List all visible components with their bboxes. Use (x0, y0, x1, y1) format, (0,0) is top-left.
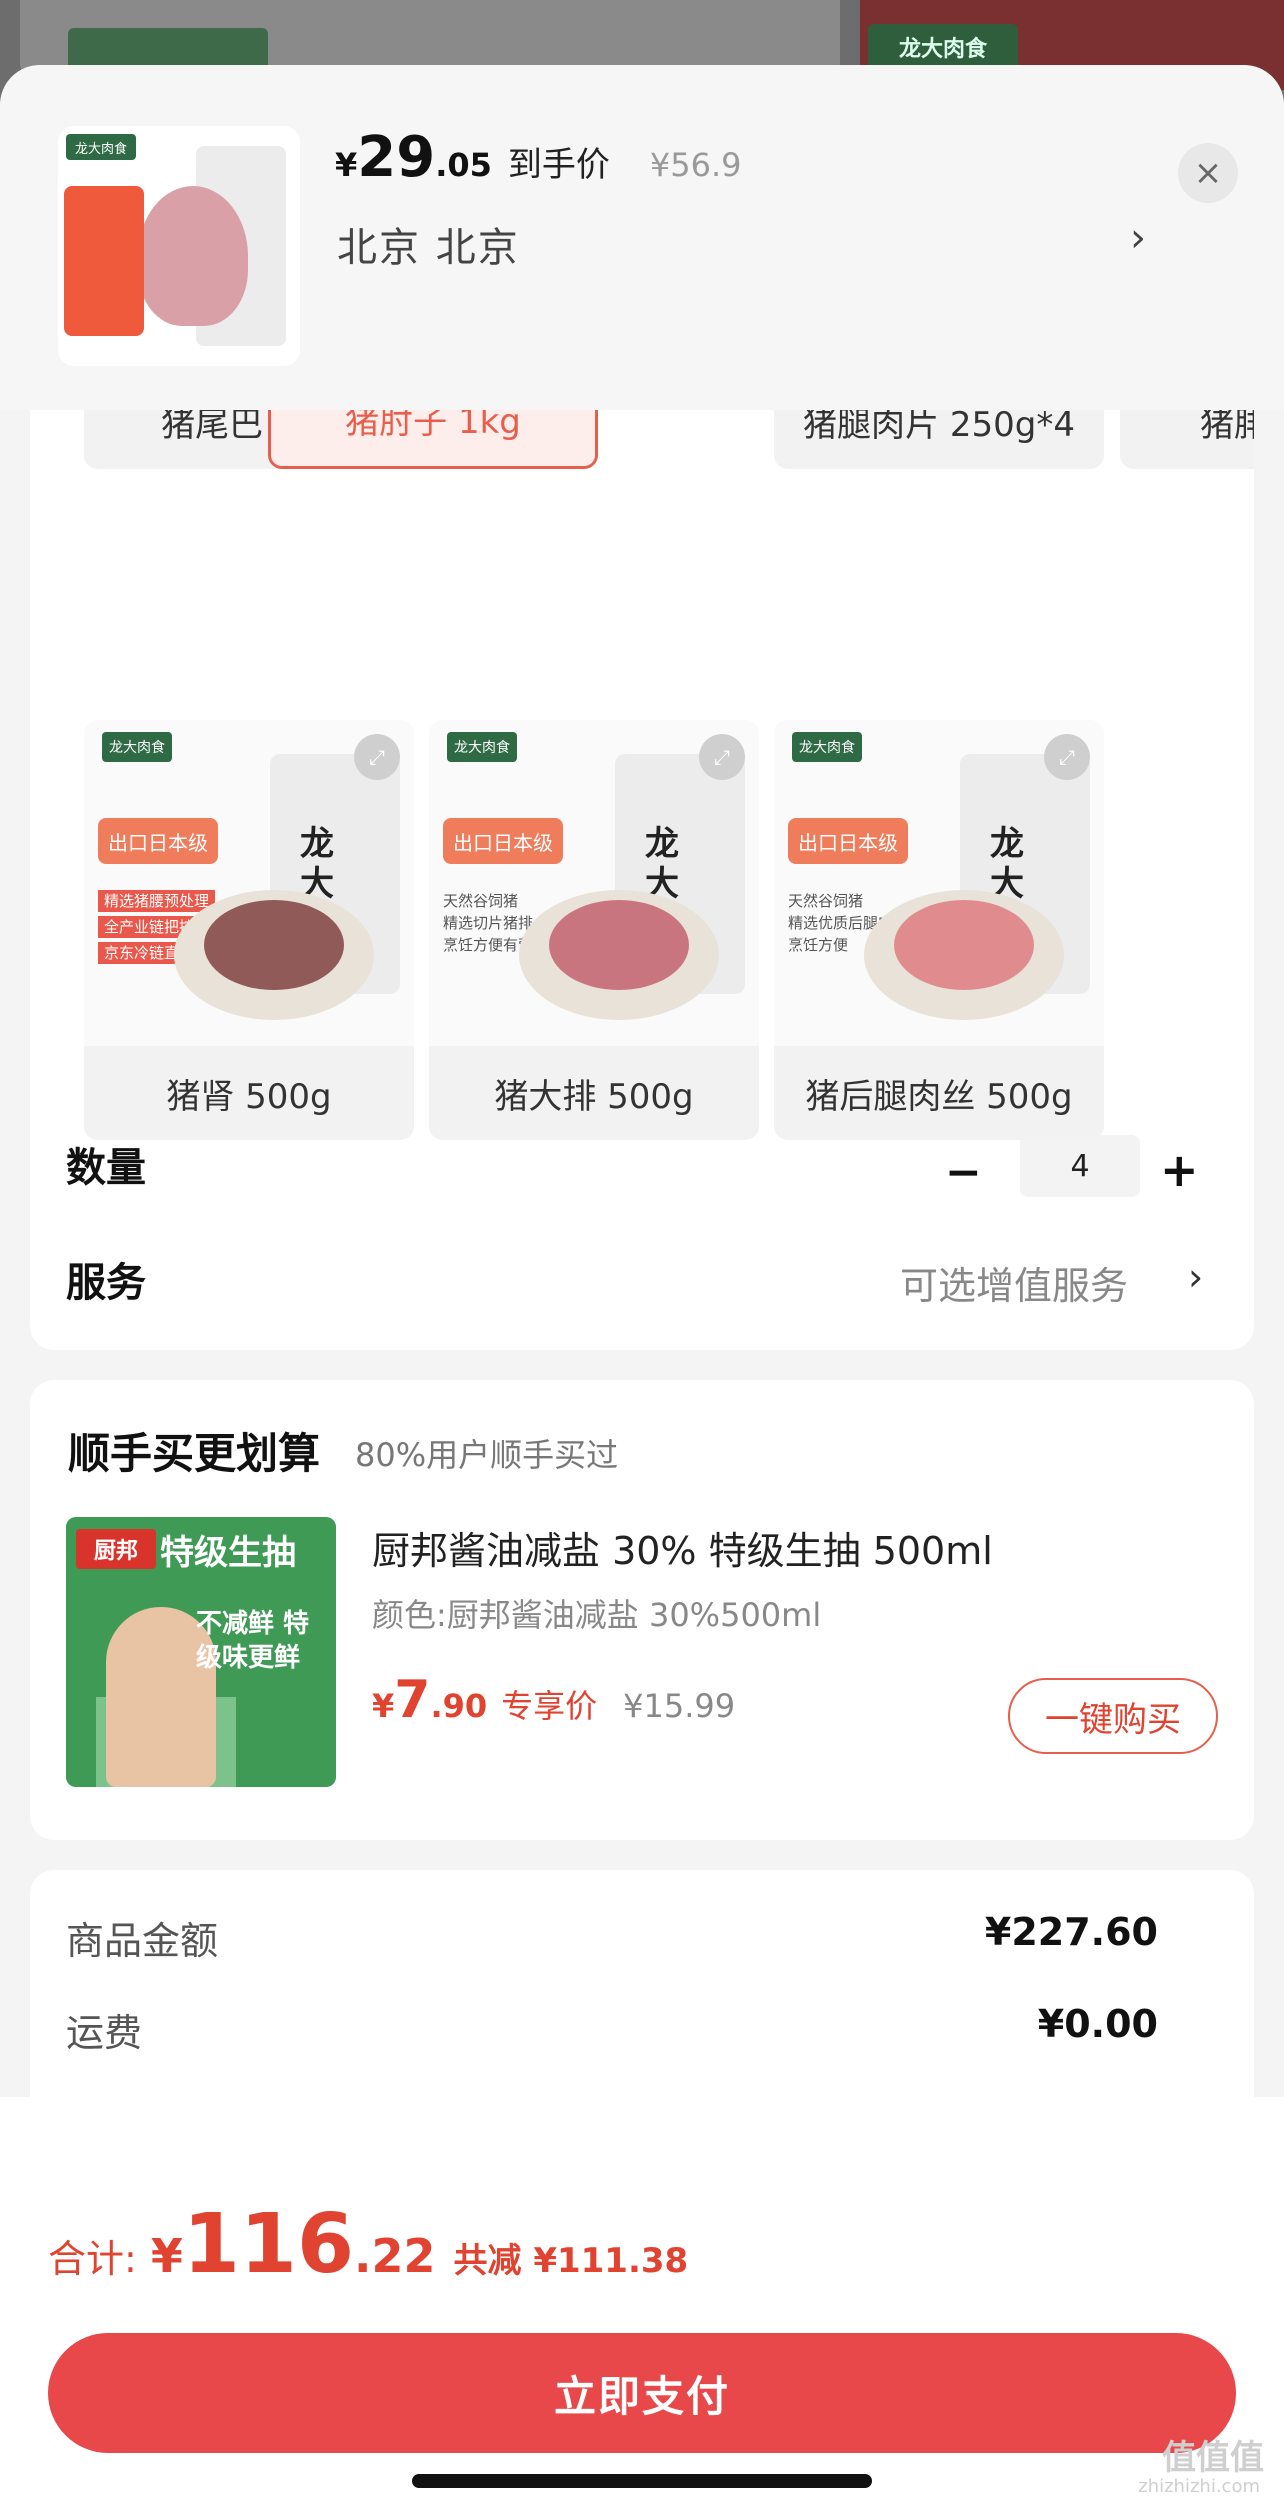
addon-product-image[interactable]: 厨邦 特级生抽 不减鲜 特级味更鲜 (66, 1517, 336, 1787)
addon-price-decimal: .90 (430, 1687, 488, 1725)
watermark: 值值值 (1162, 2438, 1264, 2478)
checkout-bar: 合计: ¥ 116 .22 共减 ¥111.38 立即支付 (0, 2097, 1284, 2511)
addon-brand-logo: 厨邦 (76, 1529, 156, 1569)
variant-label: 猪大排 500g (429, 1046, 759, 1140)
service-label: 服务 (66, 1260, 146, 1306)
variant-label: 猪后腿肉丝 500g (774, 1046, 1104, 1140)
watermark-url: zhizhizhi.com (1138, 2476, 1260, 2497)
thumb-brand-logo: 龙大肉食 (66, 134, 136, 160)
sheet-header: 龙大肉食 ¥ 29 .05 到手价 ¥56.9 北京 北京 › × (0, 65, 1284, 410)
addon-price-integer: 7 (394, 1670, 431, 1730)
expand-icon[interactable]: ⤢ (354, 734, 400, 780)
feature-note: 天然谷饲猪 (443, 892, 519, 910)
variant-option[interactable]: 龙大肉食 龙大上 出口日本级 精选猪腰预处理 全产业链把控 京东冷链直达 ⤢ 猪… (84, 720, 414, 1140)
product-photo (204, 900, 344, 990)
thumb-meat-image (138, 186, 248, 326)
total-decimal: .22 (354, 2229, 436, 2283)
product-photo (549, 900, 689, 990)
grade-tag: 出口日本级 (788, 818, 908, 864)
grade-tag: 出口日本级 (443, 818, 563, 864)
addon-product-spec: 颜色:厨邦酱油减盐 30%500ml (372, 1596, 822, 1634)
shipping-label: 运费 (66, 2011, 143, 2055)
total-discount: 共减 ¥111.38 (453, 2241, 689, 2281)
subtotal-value: ¥227.60 (984, 1910, 1158, 1954)
service-value[interactable]: 可选增值服务 (900, 1255, 1128, 1310)
product-photo (894, 900, 1034, 990)
package-text: 龙大 (645, 824, 679, 904)
total-price: 合计: ¥ 116 .22 共减 ¥111.38 (48, 2197, 688, 2292)
addon-image-slogan: 不减鲜 特级味更鲜 (196, 1609, 310, 1673)
shipping-value: ¥0.00 (1037, 2002, 1158, 2046)
pay-now-button[interactable]: 立即支付 (48, 2333, 1236, 2453)
addon-title: 顺手买更划算 (68, 1429, 321, 1478)
chevron-right-icon[interactable]: › (1188, 1255, 1203, 1299)
variant-image: 龙大肉食 龙大上 出口日本级 天然谷饲猪 精选优质后腿肉 烹饪方便 ⤢ (774, 720, 1104, 1046)
thumb-promo-badge (64, 186, 144, 336)
addon-original-price: ¥15.99 (623, 1687, 736, 1725)
variant-image: 龙大肉食 龙大上 出口日本级 精选猪腰预处理 全产业链把控 京东冷链直达 ⤢ (84, 720, 414, 1046)
addon-price-label: 专享价 (501, 1687, 598, 1725)
purchase-sheet: 龙大肉食 ¥ 29 .05 到手价 ¥56.9 北京 北京 › × 猪尾巴 1k… (0, 65, 1284, 2511)
price-label: 到手价 (507, 145, 610, 185)
quantity-label: 数量 (66, 1145, 146, 1191)
total-integer: 116 (182, 2197, 354, 2292)
product-thumbnail[interactable]: 龙大肉食 (58, 126, 300, 366)
close-button[interactable]: × (1178, 143, 1238, 203)
addon-card: 顺手买更划算 80%用户顺手买过 厨邦 特级生抽 不减鲜 特级味更鲜 厨邦酱油减… (30, 1380, 1254, 1840)
feature-note: 天然谷饲猪 (788, 892, 864, 910)
brand-logo: 龙大肉食 (447, 732, 517, 762)
addon-product-name[interactable]: 厨邦酱油减盐 30% 特级生抽 500ml (372, 1520, 993, 1575)
expand-icon[interactable]: ⤢ (1044, 734, 1090, 780)
price-integer: 29 (357, 125, 436, 190)
quantity-input[interactable]: 4 (1020, 1135, 1140, 1197)
price-decimal: .05 (435, 146, 492, 184)
quantity-increase-button[interactable]: + (1160, 1143, 1199, 1197)
variant-label: 猪肾 500g (84, 1046, 414, 1140)
expand-icon[interactable]: ⤢ (699, 734, 745, 780)
price-row: ¥ 29 .05 到手价 ¥56.9 (335, 125, 742, 205)
subtotal-label: 商品金额 (66, 1919, 219, 1963)
price-symbol: ¥ (335, 146, 358, 184)
brand-logo: 龙大肉食 (102, 732, 172, 762)
home-indicator[interactable] (412, 2474, 872, 2488)
addon-price-symbol: ¥ (372, 1687, 395, 1725)
variant-image: 龙大肉食 龙大 出口日本级 天然谷饲猪 精选切片猪排 烹饪方便有营养 ⤢ (429, 720, 759, 1046)
variant-option[interactable]: 龙大肉食 龙大 出口日本级 天然谷饲猪 精选切片猪排 烹饪方便有营养 ⤢ 猪大排… (429, 720, 759, 1140)
close-icon: × (1193, 153, 1223, 193)
background-brand-logo: 龙大肉食 (868, 24, 1018, 70)
addon-price: ¥ 7 .90 专享价 ¥15.99 (372, 1670, 735, 1730)
total-label: 合计: (48, 2237, 137, 2281)
delivery-location[interactable]: 北京 北京 (337, 215, 520, 273)
quantity-decrease-button[interactable]: − (945, 1147, 982, 1198)
addon-image-title: 特级生抽 (160, 1533, 296, 1573)
feature-note: 精选猪腰预处理 (98, 890, 216, 912)
chevron-right-icon[interactable]: › (1130, 215, 1146, 261)
brand-logo: 龙大肉食 (792, 732, 862, 762)
one-click-buy-button[interactable]: 一键购买 (1008, 1678, 1218, 1754)
variant-option[interactable]: 龙大肉食 龙大上 出口日本级 天然谷饲猪 精选优质后腿肉 烹饪方便 ⤢ 猪后腿肉… (774, 720, 1104, 1140)
original-price: ¥56.9 (649, 146, 742, 184)
total-symbol: ¥ (150, 2229, 183, 2283)
addon-subtitle: 80%用户顺手买过 (355, 1436, 619, 1474)
grade-tag: 出口日本级 (98, 818, 218, 864)
